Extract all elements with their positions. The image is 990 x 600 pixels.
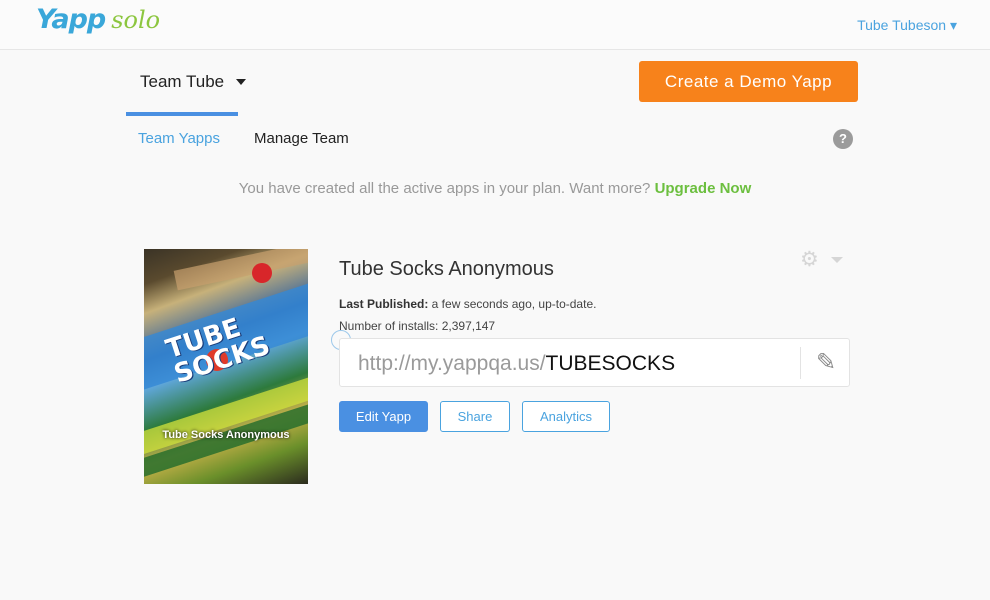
logo-text-secondary: solo [111, 6, 161, 34]
team-name: Team Tube [140, 72, 225, 91]
app-url-field[interactable]: http://my.yappqa.us/TUBESOCKS ✎ [339, 338, 850, 387]
app-url: http://my.yappqa.us/TUBESOCKS [358, 352, 675, 376]
app-thumbnail[interactable]: TUBE SOCKS Tube Socks Anonymous [144, 249, 308, 484]
logo-text-primary: Yapp [36, 4, 106, 35]
team-selector[interactable]: Team Tube [126, 51, 246, 116]
pencil-icon[interactable]: ✎ [811, 348, 841, 378]
last-published: Last Published: a few seconds ago, up-to… [339, 297, 596, 311]
last-published-label: Last Published: [339, 297, 429, 311]
app-title: Tube Socks Anonymous [339, 258, 554, 280]
divider [800, 347, 801, 379]
notice-message: You have created all the active apps in … [238, 180, 655, 197]
tab-team-yapps[interactable]: Team Yapps [138, 130, 220, 147]
caret-down-icon [831, 257, 843, 263]
user-menu[interactable]: Tube Tubeson ▾ [857, 17, 957, 34]
tab-manage-team[interactable]: Manage Team [254, 130, 349, 147]
top-bar: Yapp solo Tube Tubeson ▾ [0, 0, 990, 50]
plan-limit-notice: You have created all the active apps in … [0, 180, 990, 197]
install-count: Number of installs: 2,397,147 [339, 319, 495, 333]
caret-down-icon [236, 79, 246, 85]
gear-icon: ⚙ [800, 248, 819, 271]
app-settings-menu[interactable]: ⚙ [800, 248, 844, 272]
upgrade-now-link[interactable]: Upgrade Now [655, 180, 752, 197]
yapp-solo-logo[interactable]: Yapp solo [36, 4, 160, 44]
thumbnail-caption: Tube Socks Anonymous [162, 429, 290, 441]
installs-value: 2,397,147 [438, 319, 496, 333]
app-url-slug: TUBESOCKS [545, 352, 676, 375]
last-published-value: a few seconds ago, up-to-date. [428, 297, 597, 311]
analytics-button[interactable]: Analytics [522, 401, 610, 432]
app-url-base: http://my.yappqa.us/ [358, 352, 546, 375]
question-circle-icon[interactable]: ? [833, 129, 853, 149]
share-button[interactable]: Share [440, 401, 510, 432]
create-demo-yapp-button[interactable]: Create a Demo Yapp [639, 61, 858, 102]
installs-label: Number of installs: [339, 319, 439, 333]
edit-yapp-button[interactable]: Edit Yapp [339, 401, 428, 432]
